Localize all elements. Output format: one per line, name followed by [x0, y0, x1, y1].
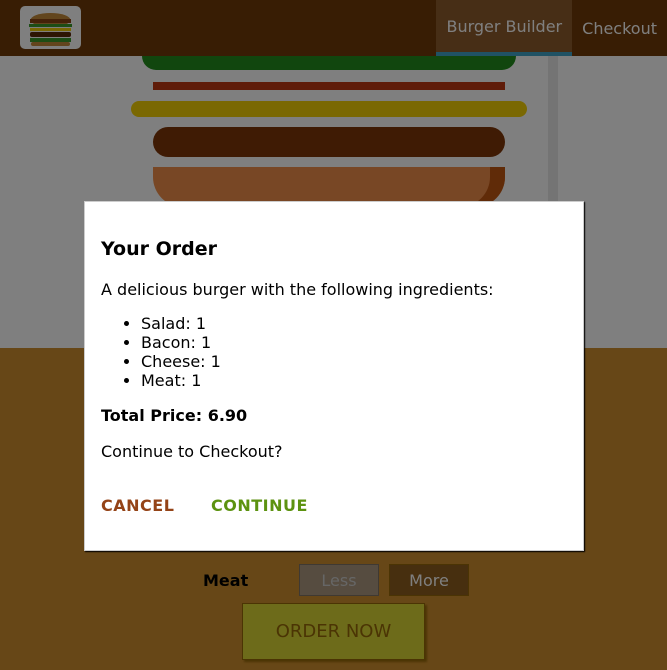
- continue-question: Continue to Checkout?: [101, 442, 283, 461]
- modal-description: A delicious burger with the following in…: [101, 280, 494, 299]
- total-price: Total Price: 6.90: [101, 406, 248, 425]
- ingredient-item-bacon: Bacon: 1: [141, 333, 221, 352]
- modal-title: Your Order: [101, 238, 217, 260]
- order-summary-modal: Your Order A delicious burger with the f…: [84, 201, 584, 551]
- ingredient-item-salad: Salad: 1: [141, 314, 221, 333]
- ingredient-list: Salad: 1 Bacon: 1 Cheese: 1 Meat: 1: [141, 314, 221, 390]
- ingredient-item-meat: Meat: 1: [141, 371, 221, 390]
- cancel-button[interactable]: CANCEL: [101, 496, 174, 515]
- ingredient-item-cheese: Cheese: 1: [141, 352, 221, 371]
- continue-button[interactable]: CONTINUE: [211, 496, 308, 515]
